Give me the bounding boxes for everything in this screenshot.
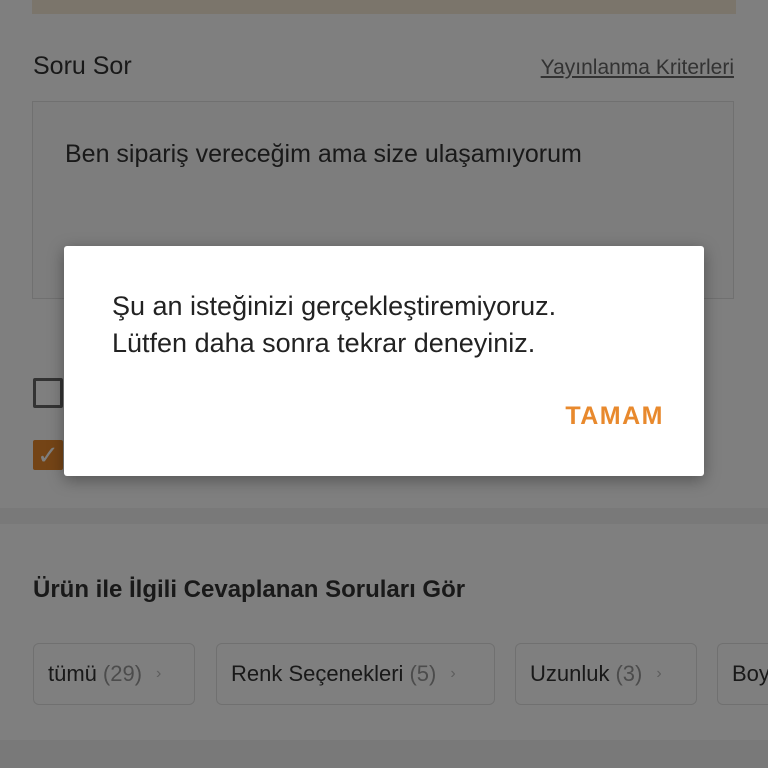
dialog-message-line-2: Lütfen daha sonra tekrar deneyiniz. xyxy=(112,328,536,358)
dialog-message: Şu an isteğinizi gerçekleştiremiyoruz. L… xyxy=(112,288,672,362)
dialog-message-line-1: Şu an isteğinizi gerçekleştiremiyoruz. xyxy=(112,291,557,321)
error-dialog: Şu an isteğinizi gerçekleştiremiyoruz. L… xyxy=(64,246,704,476)
ok-button[interactable]: TAMAM xyxy=(565,402,664,431)
